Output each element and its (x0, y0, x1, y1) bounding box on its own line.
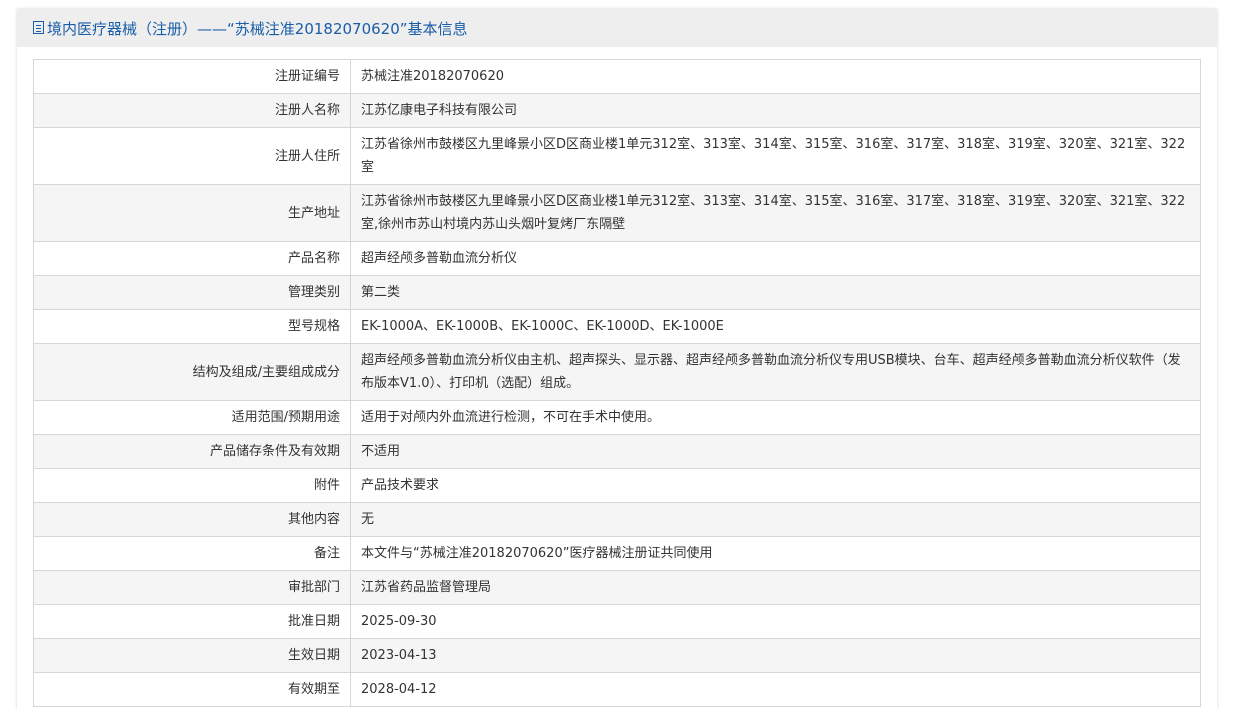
row-value: 江苏省药品监督管理局 (350, 570, 1201, 605)
document-icon (33, 20, 44, 34)
row-label: 注册人名称 (33, 93, 351, 128)
row-value: 产品技术要求 (350, 468, 1201, 503)
page-title: 境内医疗器械（注册）——“苏械注准20182070620”基本信息 (47, 19, 468, 38)
row-label: 批准日期 (33, 604, 351, 639)
table-row: 其他内容无 (33, 502, 1201, 537)
table-row: 型号规格 EK-1000A、EK-1000B、EK-1000C、EK-1000D、… (33, 309, 1201, 344)
row-value: 超声经颅多普勒血流分析仪由主机、超声探头、显示器、超声经颅多普勒血流分析仪专用U… (350, 343, 1201, 401)
row-label: 适用范围/预期用途 (33, 400, 351, 435)
table-row: 注册人名称 江苏亿康电子科技有限公司 (33, 93, 1201, 128)
info-panel: 境内医疗器械（注册）——“苏械注准20182070620”基本信息 注册证编号苏… (17, 9, 1217, 709)
row-value: 超声经颅多普勒血流分析仪 (350, 241, 1201, 276)
row-value: 无 (350, 502, 1201, 537)
row-label: 有效期至 (33, 672, 351, 707)
row-label: 其他内容 (33, 502, 351, 537)
row-label: 注册证编号 (33, 59, 351, 94)
panel-header: 境内医疗器械（注册）——“苏械注准20182070620”基本信息 (17, 9, 1217, 47)
row-value: 2028-04-12 (350, 672, 1201, 707)
row-value: 江苏亿康电子科技有限公司 (350, 93, 1201, 128)
table-row: 注册证编号 苏械注准20182070620 (33, 59, 1201, 94)
table-row: 结构及组成/主要组成成分 超声经颅多普勒血流分析仪由主机、超声探头、显示器、超声经… (33, 343, 1201, 401)
row-label: 管理类别 (33, 275, 351, 310)
row-value: 不适用 (350, 434, 1201, 469)
row-label: 备注 (33, 536, 351, 571)
row-value: 江苏省徐州市鼓楼区九里峰景小区D区商业楼1单元312室、313室、314室、31… (350, 184, 1201, 242)
table-row: 批准日期 2025-09-30 (33, 604, 1201, 639)
row-value: 2023-04-13 (350, 638, 1201, 673)
row-label: 附件 (33, 468, 351, 503)
table-row: 注册人住所 江苏省徐州市鼓楼区九里峰景小区D区商业楼1单元312室、313室、31… (33, 127, 1201, 185)
row-label: 结构及组成/主要组成成分 (33, 343, 351, 401)
row-value: 本文件与“苏械注准20182070620”医疗器械注册证共同使用 (350, 536, 1201, 571)
row-value: 适用于对颅内外血流进行检测，不可在手术中使用。 (350, 400, 1201, 435)
row-value: 江苏省徐州市鼓楼区九里峰景小区D区商业楼1单元312室、313室、314室、31… (350, 127, 1201, 185)
table-row: 有效期至 2028-04-12 (33, 672, 1201, 707)
row-label: 产品储存条件及有效期 (33, 434, 351, 469)
row-label: 产品名称 (33, 241, 351, 276)
row-label: 生效日期 (33, 638, 351, 673)
table-row: 生产地址 江苏省徐州市鼓楼区九里峰景小区D区商业楼1单元312室、313室、314… (33, 184, 1201, 242)
row-value: 第二类 (350, 275, 1201, 310)
row-label: 生产地址 (33, 184, 351, 242)
table-row: 审批部门 江苏省药品监督管理局 (33, 570, 1201, 605)
table-row: 产品储存条件及有效期 不适用 (33, 434, 1201, 469)
table-row: 生效日期 2023-04-13 (33, 638, 1201, 673)
row-value: 苏械注准20182070620 (350, 59, 1201, 94)
row-label: 注册人住所 (33, 127, 351, 185)
table-row: 备注 本文件与“苏械注准20182070620”医疗器械注册证共同使用 (33, 536, 1201, 571)
table-row: 管理类别 第二类 (33, 275, 1201, 310)
table-row: 产品名称 超声经颅多普勒血流分析仪 (33, 241, 1201, 276)
row-value: EK-1000A、EK-1000B、EK-1000C、EK-1000D、EK-1… (350, 309, 1201, 344)
row-label: 型号规格 (33, 309, 351, 344)
row-value: 2025-09-30 (350, 604, 1201, 639)
table-row: 附件 产品技术要求 (33, 468, 1201, 503)
row-label: 审批部门 (33, 570, 351, 605)
table-row: 适用范围/预期用途 适用于对颅内外血流进行检测，不可在手术中使用。 (33, 400, 1201, 435)
info-table: 注册证编号 苏械注准20182070620 注册人名称 江苏亿康电子科技有限公司 注册人… (33, 59, 1201, 707)
